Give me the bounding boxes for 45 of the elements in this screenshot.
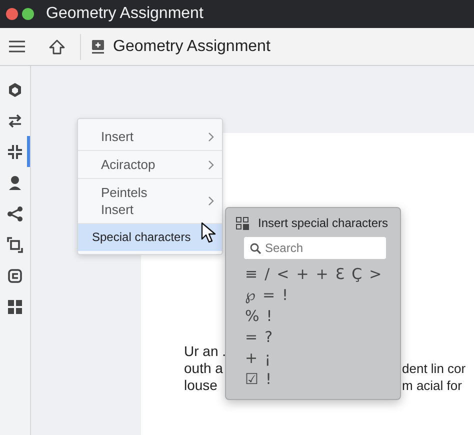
pointer-cursor-icon bbox=[201, 222, 217, 244]
character-key[interactable]: ? bbox=[262, 326, 276, 347]
character-key[interactable]: ¡ bbox=[262, 347, 274, 368]
grid-icon bbox=[6, 298, 24, 316]
character-key[interactable]: Ç bbox=[348, 263, 366, 284]
character-key[interactable]: ! bbox=[279, 284, 292, 305]
menu-item[interactable]: Insert bbox=[78, 123, 222, 151]
character-key[interactable]: = bbox=[242, 326, 261, 347]
search-field[interactable]: Search bbox=[244, 237, 386, 259]
panel-title: Insert special characters bbox=[258, 216, 388, 230]
document-title: Geometry Assignment bbox=[113, 38, 270, 56]
swap-arrows-icon bbox=[6, 112, 24, 130]
menu-item[interactable]: Aciractop bbox=[78, 151, 222, 179]
document-text: dent lin cor bbox=[402, 360, 466, 377]
character-key[interactable]: ☑ bbox=[242, 368, 262, 389]
character-key[interactable]: > bbox=[366, 263, 385, 284]
crop-icon bbox=[6, 236, 24, 254]
character-key[interactable]: Ɛ bbox=[332, 263, 348, 284]
person-icon bbox=[6, 174, 24, 192]
rounded-square-icon bbox=[6, 266, 24, 284]
close-button-dot[interactable] bbox=[6, 8, 18, 20]
character-key[interactable]: ≡ bbox=[242, 263, 261, 284]
menu-item[interactable]: Special characters bbox=[78, 224, 222, 251]
characters-icon bbox=[236, 216, 249, 230]
document-icon bbox=[91, 40, 105, 54]
character-key[interactable]: < bbox=[274, 263, 292, 284]
document-text: outh a bbox=[184, 360, 223, 376]
document-text: Ur an . bbox=[184, 343, 226, 359]
document-text: m acial for bbox=[402, 377, 462, 394]
share-icon bbox=[6, 204, 24, 222]
character-key[interactable]: % bbox=[242, 305, 262, 326]
character-key[interactable]: / bbox=[262, 263, 273, 284]
zoom-button-dot[interactable] bbox=[22, 8, 34, 20]
collapse-icon bbox=[6, 142, 24, 160]
document-text: louse bbox=[184, 377, 218, 393]
character-key[interactable]: + bbox=[312, 263, 332, 284]
character-key[interactable]: = bbox=[259, 284, 278, 305]
character-key[interactable]: + bbox=[293, 263, 312, 284]
character-key[interactable]: + bbox=[242, 347, 261, 368]
window-title: Geometry Assignment bbox=[46, 5, 204, 23]
search-icon bbox=[250, 242, 261, 254]
character-key[interactable]: ! bbox=[262, 368, 274, 389]
character-key[interactable]: ℘ bbox=[242, 284, 258, 305]
hexagon-icon bbox=[6, 80, 24, 98]
character-key[interactable]: ! bbox=[263, 305, 276, 326]
